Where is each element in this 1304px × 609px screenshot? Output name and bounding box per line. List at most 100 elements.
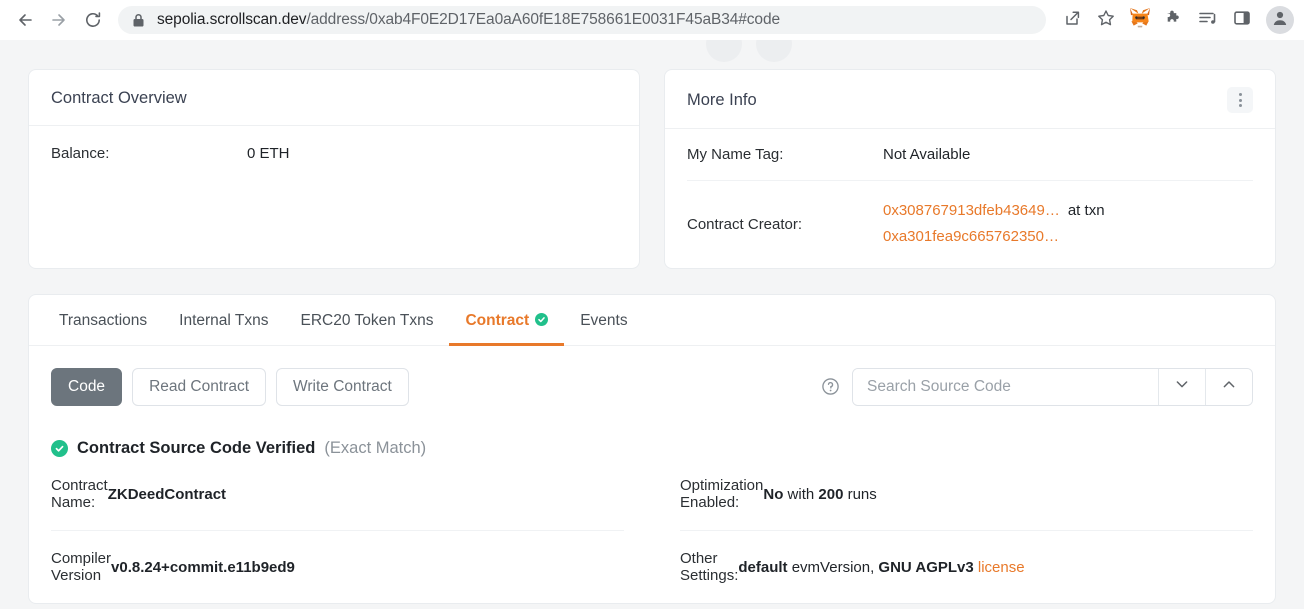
- balance-value: 0 ETH: [247, 145, 290, 162]
- source-search-area: [821, 367, 1253, 406]
- address-bar-text: sepolia.scrollscan.dev/address/0xab4F0E2…: [157, 11, 780, 29]
- more-info-header: More Info: [665, 70, 1275, 129]
- share-button[interactable]: [1056, 4, 1088, 36]
- tab-erc20-token-txns[interactable]: ERC20 Token Txns: [284, 295, 449, 345]
- contract-name-label: Contract Name:: [51, 477, 108, 512]
- name-tag-label: My Name Tag:: [687, 146, 784, 163]
- tab-contract[interactable]: Contract: [449, 295, 564, 346]
- search-source-code-input[interactable]: [853, 368, 1158, 405]
- creator-address-line: 0x308767913dfeb43649… at txn: [883, 198, 1105, 224]
- compiler-version-value: v0.8.24+commit.e11b9ed9: [111, 559, 295, 576]
- creator-address-link[interactable]: 0x308767913dfeb43649…: [883, 202, 1060, 219]
- more-options-icon: [1238, 104, 1242, 107]
- license-link-text: license: [977, 558, 1025, 576]
- contract-creator-row: Contract Creator: 0x308767913dfeb43649… a…: [687, 180, 1253, 268]
- evm-version-value: default: [738, 558, 788, 576]
- search-next-button[interactable]: [1158, 368, 1205, 405]
- verification-banner: Contract Source Code Verified (Exact Mat…: [29, 406, 1275, 458]
- compiler-version-label: Compiler Version: [51, 550, 112, 585]
- optimization-label: Optimization Enabled:: [680, 477, 764, 512]
- tab-label: Contract: [465, 311, 530, 329]
- contract-details-left: Contract Name: ZKDeedContract Compiler V…: [51, 458, 624, 603]
- more-info-title: More Info: [687, 90, 757, 109]
- tab-transactions[interactable]: Transactions: [43, 295, 163, 345]
- bookmark-button[interactable]: [1090, 4, 1122, 36]
- extensions-button[interactable]: [1158, 4, 1190, 36]
- browser-toolbar: sepolia.scrollscan.dev/address/0xab4F0E2…: [0, 0, 1304, 40]
- contract-name-text: ZKDeedContract: [107, 485, 227, 503]
- help-circle-icon[interactable]: [821, 377, 840, 396]
- contract-overview-body: Balance: 0 ETH: [29, 126, 639, 258]
- verification-title: Contract Source Code Verified: [77, 439, 316, 458]
- tab-label: Events: [580, 311, 628, 329]
- balance-row: Balance: 0 ETH: [51, 126, 617, 179]
- url-host: sepolia.scrollscan.dev: [157, 11, 307, 28]
- panel-tabs: Transactions Internal Txns ERC20 Token T…: [29, 295, 1275, 346]
- creator-txn-link[interactable]: 0xa301fea9c665762350…: [883, 228, 1059, 245]
- url-path: /address/0xab4F0E2D17Ea0aA60fE18E758661E…: [306, 11, 780, 28]
- read-contract-button[interactable]: Read Contract: [132, 367, 267, 407]
- profile-button[interactable]: [1266, 6, 1294, 34]
- share-icon: [1062, 8, 1082, 33]
- name-tag-value: Not Available: [883, 146, 971, 163]
- summary-cards-row: Contract Overview Balance: 0 ETH More In…: [28, 69, 1276, 269]
- license-link[interactable]: license: [974, 559, 1025, 576]
- other-settings-row: Other Settings: default evmVersion, GNU …: [680, 530, 1253, 603]
- creator-txn-line: 0xa301fea9c665762350…: [883, 224, 1105, 250]
- code-button[interactable]: Code: [51, 367, 123, 407]
- forward-button[interactable]: [44, 5, 74, 35]
- balance-label: Balance:: [51, 145, 110, 162]
- code-mode-buttons: Code Read Contract Write Contract: [51, 367, 409, 407]
- name-tag-row: My Name Tag: Not Available: [687, 129, 1253, 180]
- verified-check-icon: [535, 312, 549, 326]
- other-settings-label: Other Settings:: [680, 550, 739, 585]
- search-prev-button[interactable]: [1205, 368, 1252, 405]
- chevron-up-icon: [1221, 376, 1237, 397]
- tab-label: Transactions: [59, 311, 148, 329]
- profile-avatar-icon: [1271, 9, 1289, 32]
- other-settings-value: default evmVersion, GNU AGPLv3 license: [738, 559, 1024, 576]
- reload-button[interactable]: [78, 5, 108, 35]
- tab-events[interactable]: Events: [564, 295, 643, 345]
- search-source-code-box: [852, 367, 1253, 406]
- puzzle-piece-icon: [1164, 8, 1184, 33]
- compiler-version-row: Compiler Version v0.8.24+commit.e11b9ed9: [51, 530, 624, 603]
- verification-match: (Exact Match): [324, 439, 427, 458]
- chevron-down-icon: [1174, 376, 1190, 397]
- contract-creator-label: Contract Creator:: [687, 215, 803, 233]
- reload-icon: [83, 10, 103, 30]
- metamask-fox-icon: [1128, 6, 1152, 34]
- contract-details-right: Optimization Enabled: No with 200 runs O…: [680, 458, 1253, 603]
- tab-label: ERC20 Token Txns: [300, 311, 434, 329]
- sidebar-panel-icon: [1232, 8, 1252, 33]
- contract-creator-value: 0x308767913dfeb43649… at txn 0xa301fea9c6…: [883, 198, 1105, 251]
- page-content: Contract Overview Balance: 0 ETH More In…: [0, 40, 1304, 609]
- more-options-icon: [1238, 93, 1242, 96]
- optimization-mid-text: with: [783, 485, 819, 503]
- forward-arrow-icon: [49, 10, 69, 30]
- more-options-icon: [1238, 98, 1242, 102]
- more-options-button[interactable]: [1227, 87, 1253, 113]
- contract-panel: Transactions Internal Txns ERC20 Token T…: [28, 293, 1276, 605]
- verified-check-icon: [51, 440, 68, 458]
- metamask-extension-button[interactable]: [1124, 4, 1156, 36]
- write-contract-button[interactable]: Write Contract: [276, 367, 409, 407]
- optimization-enabled-flag: No: [763, 485, 784, 503]
- more-info-body: My Name Tag: Not Available Contract Crea…: [665, 129, 1275, 268]
- evm-version-suffix: evmVersion,: [787, 558, 879, 576]
- optimization-value: No with 200 runs: [763, 486, 876, 503]
- media-button[interactable]: [1192, 4, 1224, 36]
- code-toolbar: Code Read Contract Write Contract: [29, 346, 1275, 407]
- media-list-icon: [1197, 8, 1219, 33]
- contract-overview-card: Contract Overview Balance: 0 ETH: [28, 69, 640, 269]
- contract-overview-header: Contract Overview: [29, 70, 639, 126]
- contract-name-value: ZKDeedContract: [108, 486, 226, 503]
- sidebar-button[interactable]: [1226, 4, 1258, 36]
- back-arrow-icon: [15, 10, 35, 30]
- compiler-version-text: v0.8.24+commit.e11b9ed9: [111, 558, 295, 576]
- tab-internal-txns[interactable]: Internal Txns: [163, 295, 284, 345]
- contract-overview-title: Contract Overview: [51, 89, 187, 107]
- tab-label: Internal Txns: [179, 311, 269, 329]
- back-button[interactable]: [10, 5, 40, 35]
- address-bar[interactable]: sepolia.scrollscan.dev/address/0xab4F0E2…: [118, 6, 1046, 34]
